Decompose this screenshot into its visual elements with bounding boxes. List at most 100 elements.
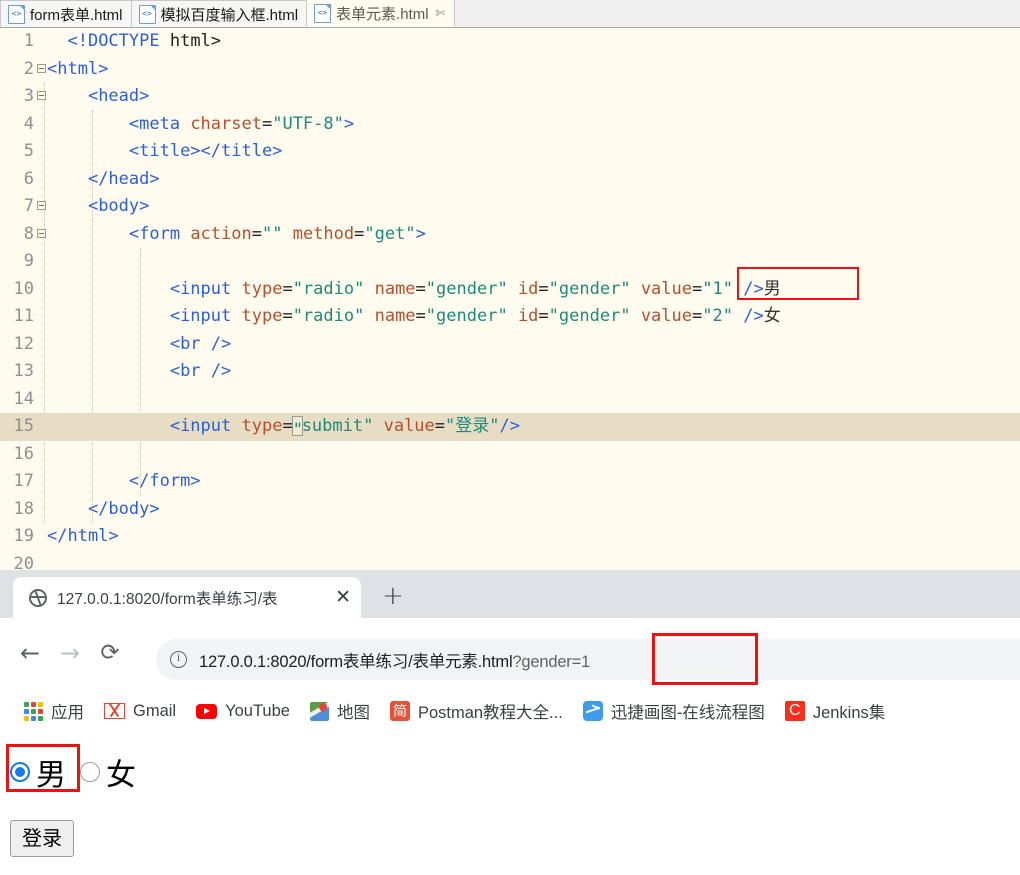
code-text: </body> — [47, 496, 160, 524]
code-line: 11 <input type="radio" name="gender" id=… — [0, 303, 1020, 331]
fold-gutter[interactable] — [36, 358, 47, 386]
code-text: <input type="submit" value="登录"/> — [47, 413, 520, 441]
close-icon[interactable]: ✕ — [335, 588, 351, 607]
code-line: 2 <html> — [0, 56, 1020, 84]
bookmark-3[interactable]: 地图 — [300, 699, 380, 723]
code-token: "gender" — [548, 278, 631, 299]
fold-collapse-icon[interactable] — [37, 91, 46, 100]
line-number: 12 — [13, 333, 34, 354]
fold-gutter[interactable] — [36, 303, 47, 331]
fold-collapse-icon[interactable] — [37, 201, 46, 210]
code-token: </html> — [47, 526, 119, 546]
gmail-icon — [104, 703, 125, 719]
fold-gutter[interactable] — [36, 468, 47, 496]
close-icon[interactable]: ✄ — [436, 7, 446, 19]
fold-gutter[interactable] — [36, 331, 47, 359]
submit-button[interactable]: 登录 — [10, 820, 74, 857]
code-token: " — [489, 416, 500, 436]
line-number: 19 — [13, 526, 34, 546]
radio-option-female[interactable]: 女 — [80, 750, 136, 794]
bookmark-2[interactable]: YouTube — [186, 702, 300, 721]
fold-gutter[interactable] — [36, 441, 47, 469]
fold-gutter[interactable] — [36, 413, 47, 441]
radio-option-male[interactable]: 男 — [10, 750, 66, 794]
code-line: 5 <title></title> — [0, 138, 1020, 166]
browser-tab-title: 127.0.0.1:8020/form表单练习/表 — [57, 590, 278, 608]
code-text: <!DOCTYPE html> — [47, 28, 221, 56]
fold-gutter[interactable] — [36, 56, 47, 84]
url-text: 127.0.0.1:8020/form表单练习/表单元素.html?gender… — [199, 648, 590, 672]
editor-tab-2[interactable]: <> 表单元素.html ✄ — [306, 0, 455, 27]
code-token: = — [282, 306, 293, 326]
radio-male-input[interactable] — [10, 762, 30, 782]
fold-gutter[interactable] — [36, 248, 47, 276]
line-number: 18 — [13, 498, 34, 519]
address-bar[interactable]: 127.0.0.1:8020/form表单练习/表单元素.html?gender… — [156, 639, 1020, 680]
site-info-icon[interactable] — [170, 650, 187, 668]
code-token: "gender" — [548, 306, 631, 326]
fold-gutter[interactable] — [36, 523, 47, 551]
html-file-icon: <> — [314, 3, 332, 23]
bookmark-5[interactable]: 迅捷画图-在线流程图 — [573, 699, 775, 723]
code-text: <head> — [47, 83, 149, 111]
radio-female-label: 女 — [106, 758, 136, 793]
fold-gutter[interactable] — [36, 138, 47, 166]
bookmark-0[interactable]: 应用 — [14, 699, 94, 723]
editor-tab-0[interactable]: <> form表单.html — [0, 0, 132, 27]
code-token: "gender" — [425, 306, 508, 326]
code-text: <meta charset="UTF-8"> — [47, 111, 354, 139]
line-number: 1 — [23, 31, 34, 51]
bookmark-4[interactable]: 简 Postman教程大全... — [380, 699, 573, 723]
code-editor-content[interactable]: 1 <!DOCTYPE html> 2 <html> 3 <head> 4 <meta … — [0, 28, 1020, 570]
code-token: charset — [190, 113, 262, 134]
code-line: 18 </body> — [0, 496, 1020, 524]
line-number: 15 — [13, 416, 34, 436]
new-tab-button[interactable]: + — [382, 583, 404, 609]
reload-button[interactable]: ⟳ — [90, 641, 130, 665]
fold-gutter[interactable] — [36, 166, 47, 194]
fold-gutter[interactable] — [36, 28, 47, 56]
code-token: <meta — [128, 113, 191, 134]
browser-tab[interactable]: 127.0.0.1:8020/form表单练习/表 ✕ — [13, 577, 361, 618]
editor-tab-1[interactable]: <> 模拟百度输入框.html — [130, 0, 308, 27]
code-line: 19 </html> — [0, 523, 1020, 551]
code-text: <body> — [47, 193, 149, 221]
gender-radio-row: 男 女 — [10, 750, 136, 794]
code-token: = — [282, 278, 293, 299]
bookmark-6[interactable]: C Jenkins集 — [775, 699, 895, 723]
fold-gutter[interactable] — [36, 551, 47, 571]
radio-female-input[interactable] — [80, 762, 100, 782]
code-token: type — [241, 278, 283, 299]
code-line: 3 <head> — [0, 83, 1020, 111]
code-token: html> — [159, 31, 222, 51]
fold-gutter[interactable] — [36, 496, 47, 524]
fold-collapse-icon[interactable] — [37, 228, 46, 238]
editor-tab-label: 模拟百度输入框.html — [160, 6, 299, 24]
line-number: 6 — [23, 168, 34, 189]
line-number: 13 — [13, 361, 34, 381]
code-token: "radio" — [292, 306, 365, 326]
forward-button[interactable]: → — [50, 641, 90, 665]
code-line: 15 <input type="submit" value="登录"/> — [0, 413, 1020, 441]
fold-gutter[interactable] — [36, 111, 47, 139]
bookmark-1[interactable]: Gmail — [94, 702, 186, 721]
browser-tab-strip: 127.0.0.1:8020/form表单练习/表 ✕ + — [0, 570, 1020, 618]
back-button[interactable]: ← — [10, 641, 50, 665]
fold-gutter[interactable] — [36, 193, 47, 221]
xunjie-icon — [582, 701, 603, 721]
fold-gutter[interactable] — [36, 83, 47, 111]
code-line: 13 <br /> — [0, 358, 1020, 386]
fold-collapse-icon[interactable] — [37, 63, 46, 73]
fold-gutter[interactable] — [36, 221, 47, 249]
fold-gutter[interactable] — [36, 276, 47, 304]
fold-gutter[interactable] — [36, 386, 47, 414]
code-token: = — [538, 278, 549, 299]
